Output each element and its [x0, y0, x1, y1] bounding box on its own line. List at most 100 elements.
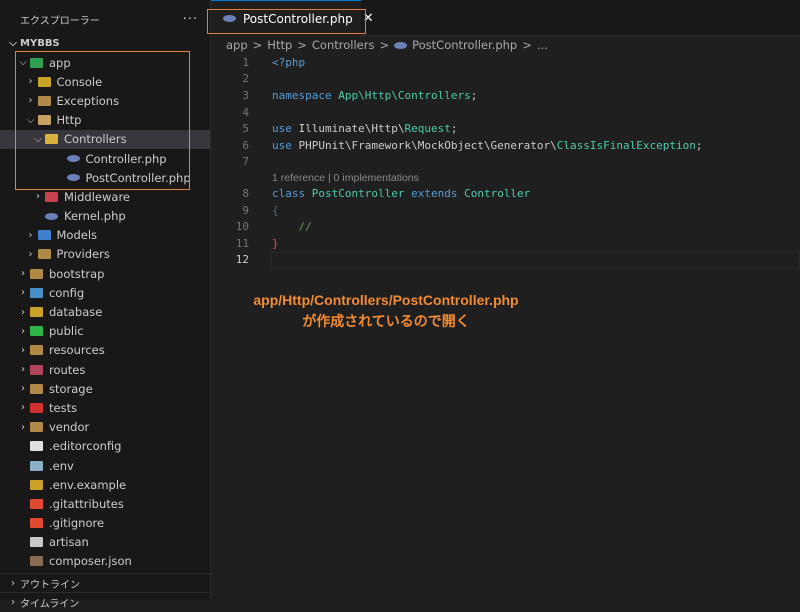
code-text: class PostController extends Controller: [272, 187, 530, 200]
project-name: MYBBS: [20, 37, 60, 49]
line-number: 1: [242, 55, 249, 69]
code-lens-text[interactable]: 1 reference | 0 implementations: [272, 172, 419, 184]
code-token: ClassIsFinalException: [556, 138, 696, 152]
tree-item--gitignore[interactable]: .gitignore: [0, 514, 210, 533]
tree-item-label: storage: [49, 381, 93, 396]
breadcrumb-item[interactable]: Controllers: [312, 38, 375, 52]
code-token: use: [272, 122, 299, 136]
tab-label: PostController.php: [243, 11, 353, 26]
tree-item-config[interactable]: › config: [0, 283, 210, 302]
tab-postcontroller[interactable]: PostController.php ✕: [211, 0, 374, 36]
folder-icon: [37, 95, 51, 106]
tree-item-middleware[interactable]: › Middleware: [0, 187, 210, 206]
code-line: 2: [211, 71, 800, 88]
tree-item-composer-json[interactable]: composer.json: [0, 552, 210, 571]
line-number: 8: [242, 186, 249, 200]
tree-item-models[interactable]: › Models: [0, 226, 210, 245]
line-number: 10: [235, 220, 249, 234]
tree-item-http[interactable]: ⌵ Http: [0, 111, 210, 130]
code-line: 4: [211, 104, 800, 121]
ellipsis-icon[interactable]: ···: [183, 12, 198, 27]
tree-item-exceptions[interactable]: › Exceptions: [0, 91, 210, 110]
breadcrumb: app > Http > Controllers > PostController.php >…: [226, 36, 553, 54]
tree-item-resources[interactable]: › resources: [0, 341, 210, 360]
code-text: use Illuminate\Http\Request;: [272, 122, 457, 135]
tree-item-label: config: [49, 285, 85, 300]
code-line: 9{: [211, 202, 800, 219]
code-token: {: [272, 203, 279, 217]
code-token: Request: [404, 122, 451, 136]
outline-section[interactable]: › アウトライン: [0, 573, 210, 593]
tree-item-label: Models: [56, 228, 98, 243]
tree-item-postcontroller-php[interactable]: PostController.php: [0, 168, 210, 187]
code-token: ;: [450, 122, 458, 136]
code-token: namespace: [272, 88, 339, 102]
code-line: 3 namespace App\Http\Controllers;: [211, 87, 800, 104]
tree-item--gitattributes[interactable]: .gitattributes: [0, 494, 210, 513]
folder-icon: [30, 402, 43, 413]
breadcrumb-item[interactable]: Http: [267, 38, 292, 52]
code-line: 11}: [211, 235, 800, 252]
breadcrumb-item[interactable]: PostController.php: [412, 38, 517, 52]
tree-item-console[interactable]: › Console: [0, 72, 210, 91]
tree-item-label: artisan: [49, 535, 89, 550]
code-editor[interactable]: 1 <?php 2 3 namespace App\Http\Controllers; 4…: [211, 54, 800, 268]
tree-item-app[interactable]: ⌵ app: [0, 53, 210, 72]
folder-icon: [30, 57, 43, 68]
folder-icon: [30, 307, 43, 318]
folder-icon: [37, 249, 51, 260]
tree-item-bootstrap[interactable]: › bootstrap: [0, 264, 210, 283]
chevron-down-icon: ⌵: [9, 37, 17, 49]
tree-item-vendor[interactable]: › vendor: [0, 418, 210, 437]
file-icon: [30, 518, 43, 529]
explorer-header: エクスプローラー ···: [0, 0, 210, 38]
php-file-icon: [394, 41, 408, 49]
tree-item-label: Kernel.php: [64, 209, 126, 224]
project-root[interactable]: ⌵ MYBBS: [0, 35, 210, 51]
code-line: 1 <?php: [211, 54, 800, 71]
tree-item-tests[interactable]: › tests: [0, 398, 210, 417]
chevron-right-icon: ›: [36, 191, 40, 203]
tree-item--env-example[interactable]: .env.example: [0, 475, 210, 494]
code-line: 12: [211, 251, 800, 269]
tree-item-label: bootstrap: [49, 266, 105, 281]
code-token: Illuminate\Http\: [298, 122, 405, 136]
tree-item-storage[interactable]: › storage: [0, 379, 210, 398]
tree-item-label: .env.example: [49, 477, 127, 492]
tree-item-label: Controller.php: [85, 151, 167, 166]
chevron-right-icon: ›: [11, 597, 15, 608]
code-line: 7: [211, 154, 800, 171]
code-token: //: [272, 220, 312, 234]
breadcrumb-item[interactable]: app: [226, 38, 248, 52]
tree-item--editorconfig[interactable]: .editorconfig: [0, 437, 210, 456]
tree-item-artisan[interactable]: artisan: [0, 533, 210, 552]
chevron-right-icon: ›: [21, 325, 25, 337]
tree-item-controller-php[interactable]: Controller.php: [0, 149, 210, 168]
close-icon[interactable]: ✕: [363, 11, 374, 26]
tree-item--env[interactable]: .env: [0, 456, 210, 475]
code-token: Controller: [464, 186, 531, 200]
tree-item-kernel-php[interactable]: Kernel.php: [0, 207, 210, 226]
chevron-right-icon: >: [522, 38, 532, 52]
tree-item-label: app: [49, 55, 71, 70]
timeline-label: タイムライン: [20, 599, 80, 610]
tree-item-label: .gitignore: [49, 516, 105, 531]
tree-item-label: Http: [56, 113, 82, 128]
code-line: 10 //: [211, 218, 800, 235]
tree-item-label: Providers: [56, 247, 110, 262]
code-text: namespace App\Http\Controllers;: [272, 89, 477, 102]
file-icon: [30, 556, 43, 567]
tree-item-providers[interactable]: › Providers: [0, 245, 210, 264]
breadcrumb-item[interactable]: ...: [537, 38, 548, 52]
tree-item-controllers[interactable]: ⌵ Controllers: [0, 129, 210, 149]
tree-item-public[interactable]: › public: [0, 322, 210, 341]
tree-item-database[interactable]: › database: [0, 302, 210, 321]
tree-item-label: Exceptions: [56, 93, 120, 108]
outline-label: アウトライン: [20, 580, 80, 591]
timeline-section[interactable]: › タイムライン: [0, 592, 210, 612]
folder-icon: [30, 422, 43, 433]
chevron-right-icon: ›: [28, 95, 33, 107]
tree-item-routes[interactable]: › routes: [0, 360, 210, 379]
chevron-down-icon: ⌵: [34, 133, 42, 145]
chevron-down-icon: ⌵: [19, 57, 27, 69]
